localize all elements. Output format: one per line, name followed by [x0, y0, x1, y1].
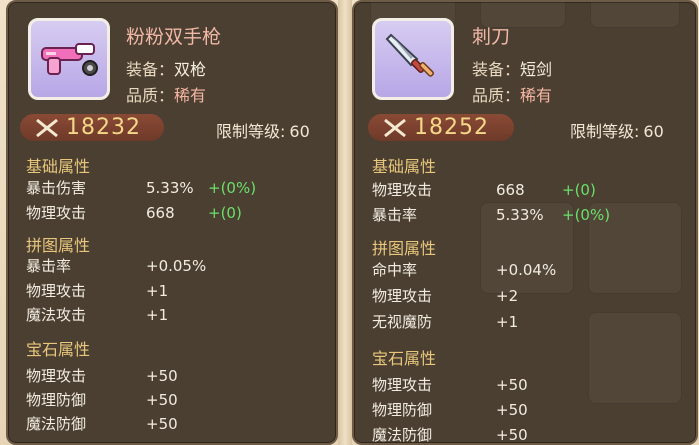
combat-power-value: 18252	[414, 115, 489, 140]
item-quality: 品质：稀有	[472, 86, 553, 105]
combat-power-badge: 18232	[20, 114, 164, 141]
stat-row: 物理攻击 +1	[26, 282, 169, 300]
section-title-gem: 宝石属性	[26, 340, 91, 359]
level-requirement: 限制等级: 60	[216, 122, 310, 141]
section-title-basic: 基础属性	[26, 157, 91, 176]
stat-row: 物理攻击 668 +(0)	[26, 204, 242, 222]
stat-row: 物理攻击 +2	[372, 287, 519, 305]
item-icon-frame	[28, 18, 110, 100]
stat-row: 魔法防御 +50	[372, 426, 528, 444]
stat-row: 暴击伤害 5.33% +(0%)	[26, 179, 257, 197]
item-equip-type: 装备：双枪	[126, 60, 207, 79]
panel-divider	[338, 0, 352, 445]
stat-row: 无视魔防 +1	[372, 313, 519, 331]
stat-row: 暴击率 +0.05%	[26, 257, 207, 275]
stat-row: 物理攻击 +50	[372, 376, 528, 394]
crossed-swords-icon	[384, 118, 406, 137]
level-requirement: 限制等级: 60	[570, 122, 664, 141]
item-tooltip-right: 刺刀 装备：短剑 品质：稀有 18252 限制等级: 60 基础属性 物理攻击 6…	[352, 0, 698, 445]
section-title-basic: 基础属性	[372, 157, 437, 176]
stat-row: 物理防御 +50	[372, 401, 528, 419]
section-title-puzzle: 拼图属性	[372, 239, 437, 258]
combat-power-value: 18232	[66, 115, 141, 140]
stat-row: 命中率 +0.04%	[372, 261, 557, 279]
stat-row: 物理防御 +50	[26, 391, 178, 409]
combat-power-badge: 18252	[368, 114, 514, 141]
item-name: 刺刀	[472, 26, 511, 48]
item-equip-type: 装备：短剑	[472, 60, 553, 79]
stat-row: 魔法攻击 +1	[26, 306, 169, 324]
section-title-gem: 宝石属性	[372, 349, 437, 368]
item-icon-frame	[372, 18, 454, 100]
stat-row: 物理攻击 +50	[26, 367, 178, 385]
item-name: 粉粉双手枪	[126, 26, 222, 48]
crossed-swords-icon	[36, 118, 58, 137]
item-tooltip-left: 粉粉双手枪 装备：双枪 品质：稀有 18232 限制等级: 60 基础属性 暴击伤…	[6, 0, 338, 445]
bg-tab	[590, 2, 680, 28]
dagger-icon	[385, 33, 434, 77]
section-title-puzzle: 拼图属性	[26, 236, 91, 255]
stat-row: 魔法防御 +50	[26, 415, 178, 433]
stat-row: 暴击率 5.33% +(0%)	[372, 206, 611, 224]
pink-dual-pistol-icon	[41, 43, 98, 76]
item-quality: 品质：稀有	[126, 86, 207, 105]
stat-row: 物理攻击 668 +(0)	[372, 181, 596, 199]
